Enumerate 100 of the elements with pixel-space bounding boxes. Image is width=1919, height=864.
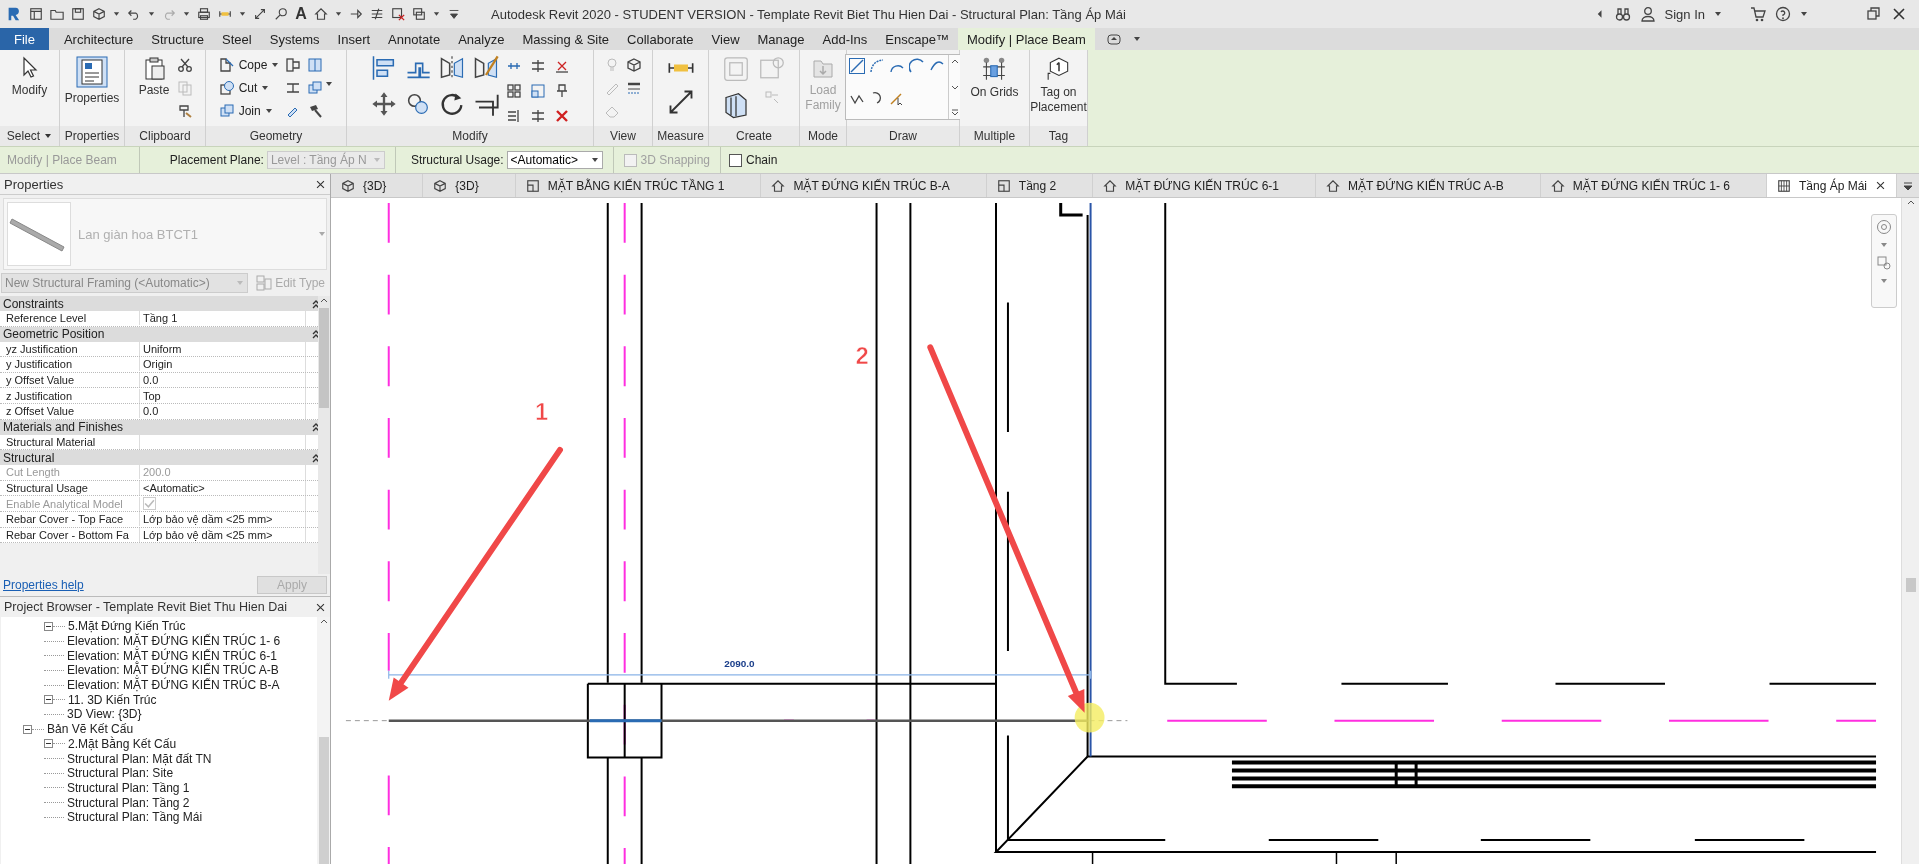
pick-line-icon[interactable] xyxy=(888,90,905,106)
split-face-icon[interactable] xyxy=(307,57,324,73)
scale-icon[interactable] xyxy=(530,83,546,99)
steering-wheel-icon[interactable] xyxy=(1876,219,1892,235)
caret-icon[interactable] xyxy=(147,10,155,18)
ribbon-tab[interactable]: Add-Ins xyxy=(813,28,877,50)
cube-icon[interactable] xyxy=(433,178,448,193)
expand-icon[interactable] xyxy=(949,108,960,117)
tree-item[interactable]: Structural Plan: Site xyxy=(67,766,174,781)
ribbon-toggle-icon[interactable] xyxy=(1106,32,1121,46)
scissors-icon[interactable] xyxy=(177,57,194,73)
arc-icon[interactable] xyxy=(868,58,885,74)
house-icon[interactable] xyxy=(1103,178,1118,193)
line-icon[interactable] xyxy=(848,58,865,74)
text-tool-button[interactable]: A xyxy=(295,5,307,23)
diagonal-arrow-icon[interactable] xyxy=(253,6,268,22)
array-icon[interactable] xyxy=(506,83,522,99)
ribbon-tab[interactable]: Collaborate xyxy=(618,28,703,50)
house-icon[interactable] xyxy=(313,6,328,22)
property-value[interactable]: Lớp bảo vệ dầm <25 mm> xyxy=(140,512,305,527)
document-tab[interactable]: MẶT ĐỨNG KIẾN TRÚC B-A xyxy=(761,174,987,197)
caret-icon[interactable] xyxy=(112,10,120,18)
close-icon[interactable] xyxy=(1875,180,1887,191)
hammer-icon[interactable] xyxy=(307,103,324,119)
close-icon[interactable] xyxy=(1891,6,1907,22)
document-tab[interactable]: MẶT BẰNG KIẾN TRÚC TẦNG 1 xyxy=(515,174,762,197)
close-icon[interactable] xyxy=(315,601,326,613)
cart-icon[interactable] xyxy=(1750,6,1766,22)
property-value[interactable]: 0.0 xyxy=(140,373,305,388)
property-value[interactable]: Tầng 1 xyxy=(140,311,305,326)
ribbon-tab[interactable]: Systems xyxy=(260,28,329,50)
grid-beam-icon[interactable] xyxy=(981,56,1008,82)
ribbon-tab[interactable]: Modify | Place Beam xyxy=(957,28,1095,50)
tree-item[interactable]: Bản Vẽ Kết Cấu xyxy=(47,722,134,737)
restore-icon[interactable] xyxy=(1866,6,1882,22)
caret-icon[interactable] xyxy=(44,132,53,140)
split-gap-icon[interactable] xyxy=(530,108,546,124)
caret-icon[interactable] xyxy=(239,10,247,18)
user-icon[interactable] xyxy=(1639,6,1656,22)
document-tab[interactable]: MẶT ĐỨNG KIẾN TRÚC A-B xyxy=(1316,174,1541,197)
beam-join-icon[interactable] xyxy=(285,80,302,96)
tree-item[interactable]: 11. 3D Kiến Trúc xyxy=(68,692,157,707)
ribbon-tab[interactable]: Steel xyxy=(213,28,261,50)
ribbon-button[interactable]: On Grids xyxy=(968,54,1021,102)
house-icon[interactable] xyxy=(1550,178,1565,193)
group-header[interactable]: Constraints xyxy=(0,296,318,311)
scrollbar[interactable] xyxy=(317,617,330,864)
floor-plan-icon[interactable] xyxy=(525,178,540,193)
tree-item[interactable]: Structural Plan: Tầng 2 xyxy=(67,795,190,810)
property-value[interactable]: <Automatic> xyxy=(140,481,305,496)
cube-icon[interactable] xyxy=(626,57,642,73)
house-icon[interactable] xyxy=(771,178,786,193)
floor-plan-icon[interactable] xyxy=(996,178,1011,193)
tree-item[interactable]: Elevation: MẶT ĐỨNG KIẾN TRÚC A-B xyxy=(67,663,279,678)
ribbon-tab[interactable]: File xyxy=(0,28,49,50)
caret-icon[interactable] xyxy=(1800,10,1808,18)
structural-plan-icon[interactable] xyxy=(1777,178,1791,193)
ribbon-button[interactable]: Paste xyxy=(136,54,172,100)
document-tab[interactable]: Tầng 2 xyxy=(986,174,1094,197)
tab-list-icon[interactable] xyxy=(1903,180,1914,191)
properties-help-link[interactable]: Properties help xyxy=(3,578,84,592)
tree-item[interactable]: Elevation: MẶT ĐỨNG KIẾN TRÚC 1- 6 xyxy=(67,634,281,649)
collapse-icon[interactable] xyxy=(44,739,53,749)
ribbon-tab[interactable]: Massing & Site xyxy=(513,28,619,50)
scrollbar-thumb[interactable] xyxy=(318,737,329,864)
caret-icon[interactable] xyxy=(271,61,280,69)
clipboard-icon[interactable] xyxy=(142,56,166,80)
close-windows-icon[interactable] xyxy=(390,6,405,22)
property-value[interactable]: Top xyxy=(140,388,305,403)
zoom-icon[interactable] xyxy=(1876,255,1892,271)
property-value[interactable]: Origin xyxy=(140,357,305,372)
ribbon-tab[interactable]: Structure xyxy=(142,28,214,50)
save-icon[interactable] xyxy=(70,6,85,22)
switch-windows-icon[interactable] xyxy=(411,6,426,22)
thin-lines-icon[interactable] xyxy=(369,6,384,22)
ribbon-tab[interactable]: View xyxy=(702,28,749,50)
trim-many-icon[interactable] xyxy=(506,108,522,124)
app-logo-icon[interactable] xyxy=(6,5,22,23)
document-tab[interactable]: {3D} xyxy=(331,174,424,197)
collapse-icon[interactable] xyxy=(44,695,53,705)
scrollbar-thumb[interactable] xyxy=(1905,578,1916,592)
paintbrush-icon[interactable] xyxy=(177,103,194,119)
ribbon-tab[interactable]: Architecture xyxy=(54,28,143,50)
tree-item[interactable]: 3D View: {3D} xyxy=(67,707,142,722)
binoculars-icon[interactable] xyxy=(1614,6,1631,22)
properties-icon[interactable] xyxy=(76,56,108,88)
caret-icon[interactable] xyxy=(334,10,342,18)
scrollbar[interactable] xyxy=(318,296,330,574)
document-tab[interactable]: Tầng Áp Mái xyxy=(1767,174,1898,197)
caret-icon[interactable] xyxy=(1714,10,1722,18)
checkbox[interactable] xyxy=(729,153,742,167)
tree-item[interactable]: Elevation: MẶT ĐỨNG KIẾN TRÚC 6-1 xyxy=(67,648,277,663)
scrollbar[interactable] xyxy=(1901,198,1919,864)
structural-usage-dropdown[interactable]: <Automatic> xyxy=(506,151,603,169)
house-icon[interactable] xyxy=(1326,178,1340,193)
close-icon[interactable] xyxy=(315,178,326,190)
collapse-icon[interactable] xyxy=(44,621,53,631)
caret-icon[interactable] xyxy=(1132,35,1141,43)
tree-item[interactable]: Structural Plan: Tầng Mái xyxy=(67,810,203,825)
caret-icon[interactable] xyxy=(264,107,273,115)
